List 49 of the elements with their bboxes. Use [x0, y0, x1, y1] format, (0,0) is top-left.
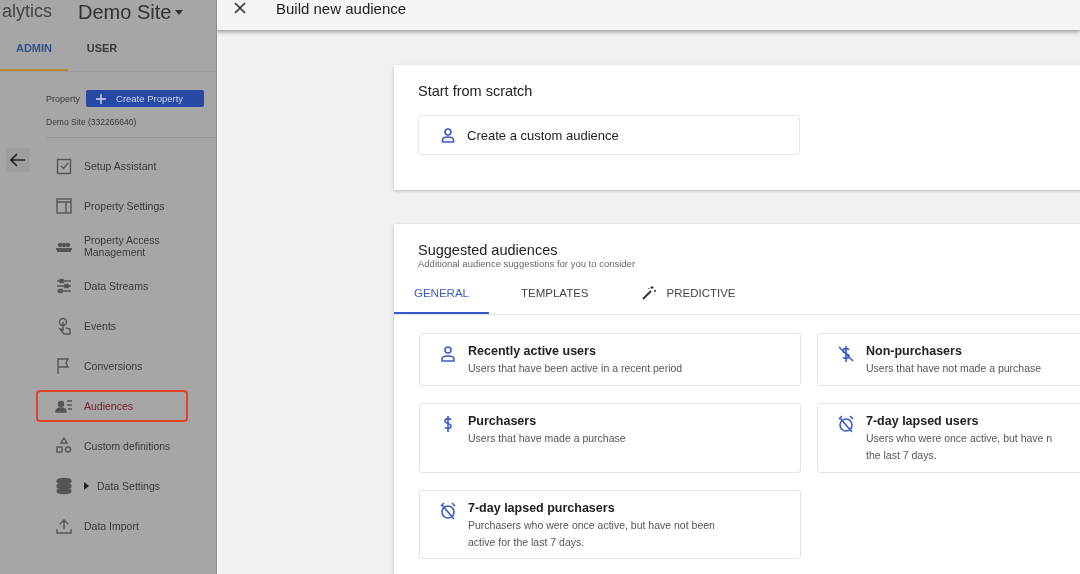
section-subtitle: Additional audience suggestions for you to consider [418, 258, 637, 269]
admin-tab[interactable]: USER [68, 36, 136, 71]
nav-item[interactable]: Property Access Management [36, 230, 188, 262]
nav-item[interactable]: Data Import [36, 510, 188, 542]
nav-item[interactable]: Conversions [36, 350, 188, 382]
wand-icon [640, 285, 657, 301]
audience-option[interactable]: Non-purchasers Users that have not made a purchase [817, 333, 1080, 386]
no-dollar-icon [838, 345, 854, 363]
section-title: Suggested audiences [418, 242, 559, 258]
audience-option[interactable]: 7-day lapsed users Users who were once active, but have n the last 7 days. [817, 403, 1080, 473]
alarm-off-icon [440, 502, 456, 520]
tab[interactable]: PREDICTIVE [620, 277, 756, 314]
audience-icon [55, 397, 73, 415]
person-icon [441, 127, 455, 143]
audience-option[interactable]: 7-day lapsed purchasers Purchasers who were once active, but have not been active for the last 7 days. [419, 490, 801, 559]
shapes-icon [55, 437, 73, 455]
alarm-off-icon [838, 415, 854, 433]
back-button[interactable] [6, 148, 30, 172]
section-title: Start from scratch [418, 83, 534, 99]
back-arrow-icon [10, 153, 26, 167]
nav-item[interactable]: Data Streams [36, 270, 188, 302]
nav-item[interactable]: Audiences [36, 390, 188, 422]
admin-tab[interactable]: ADMIN [0, 36, 68, 71]
database-icon [55, 477, 73, 495]
plus-icon [96, 93, 106, 104]
nav-item[interactable]: Events [36, 310, 188, 342]
expand-caret-icon [84, 482, 89, 490]
product-name: alytics [2, 2, 52, 20]
nav-item[interactable]: Custom definitions [36, 430, 188, 462]
nav-item[interactable]: Data Settings [36, 470, 188, 502]
tab[interactable]: GENERAL [394, 277, 489, 314]
clipboard-icon [55, 157, 73, 175]
nav-item[interactable]: Setup Assistant [36, 150, 188, 182]
page-title: Build new audience [276, 1, 407, 16]
person-icon [440, 345, 456, 363]
streams-icon [55, 277, 73, 295]
audience-option[interactable]: Recently active users Users that have been active in a recent period [419, 333, 801, 386]
close-icon[interactable] [234, 2, 246, 14]
tab[interactable]: TEMPLATES [500, 277, 609, 314]
property-label: Property [46, 93, 80, 104]
custom-audience-option[interactable]: Create a custom audience [418, 115, 800, 155]
property-name: Demo Site (332266640) [46, 117, 216, 138]
nav-item[interactable]: Property Settings [36, 190, 188, 222]
create-property-button[interactable]: Create Property [86, 90, 204, 107]
audience-option[interactable]: Purchasers Users that have made a purchase [419, 403, 801, 473]
account-selector[interactable]: Demo Site [78, 2, 184, 22]
caret-icon [175, 9, 184, 15]
window-icon [55, 197, 73, 215]
upload-icon [55, 517, 73, 535]
